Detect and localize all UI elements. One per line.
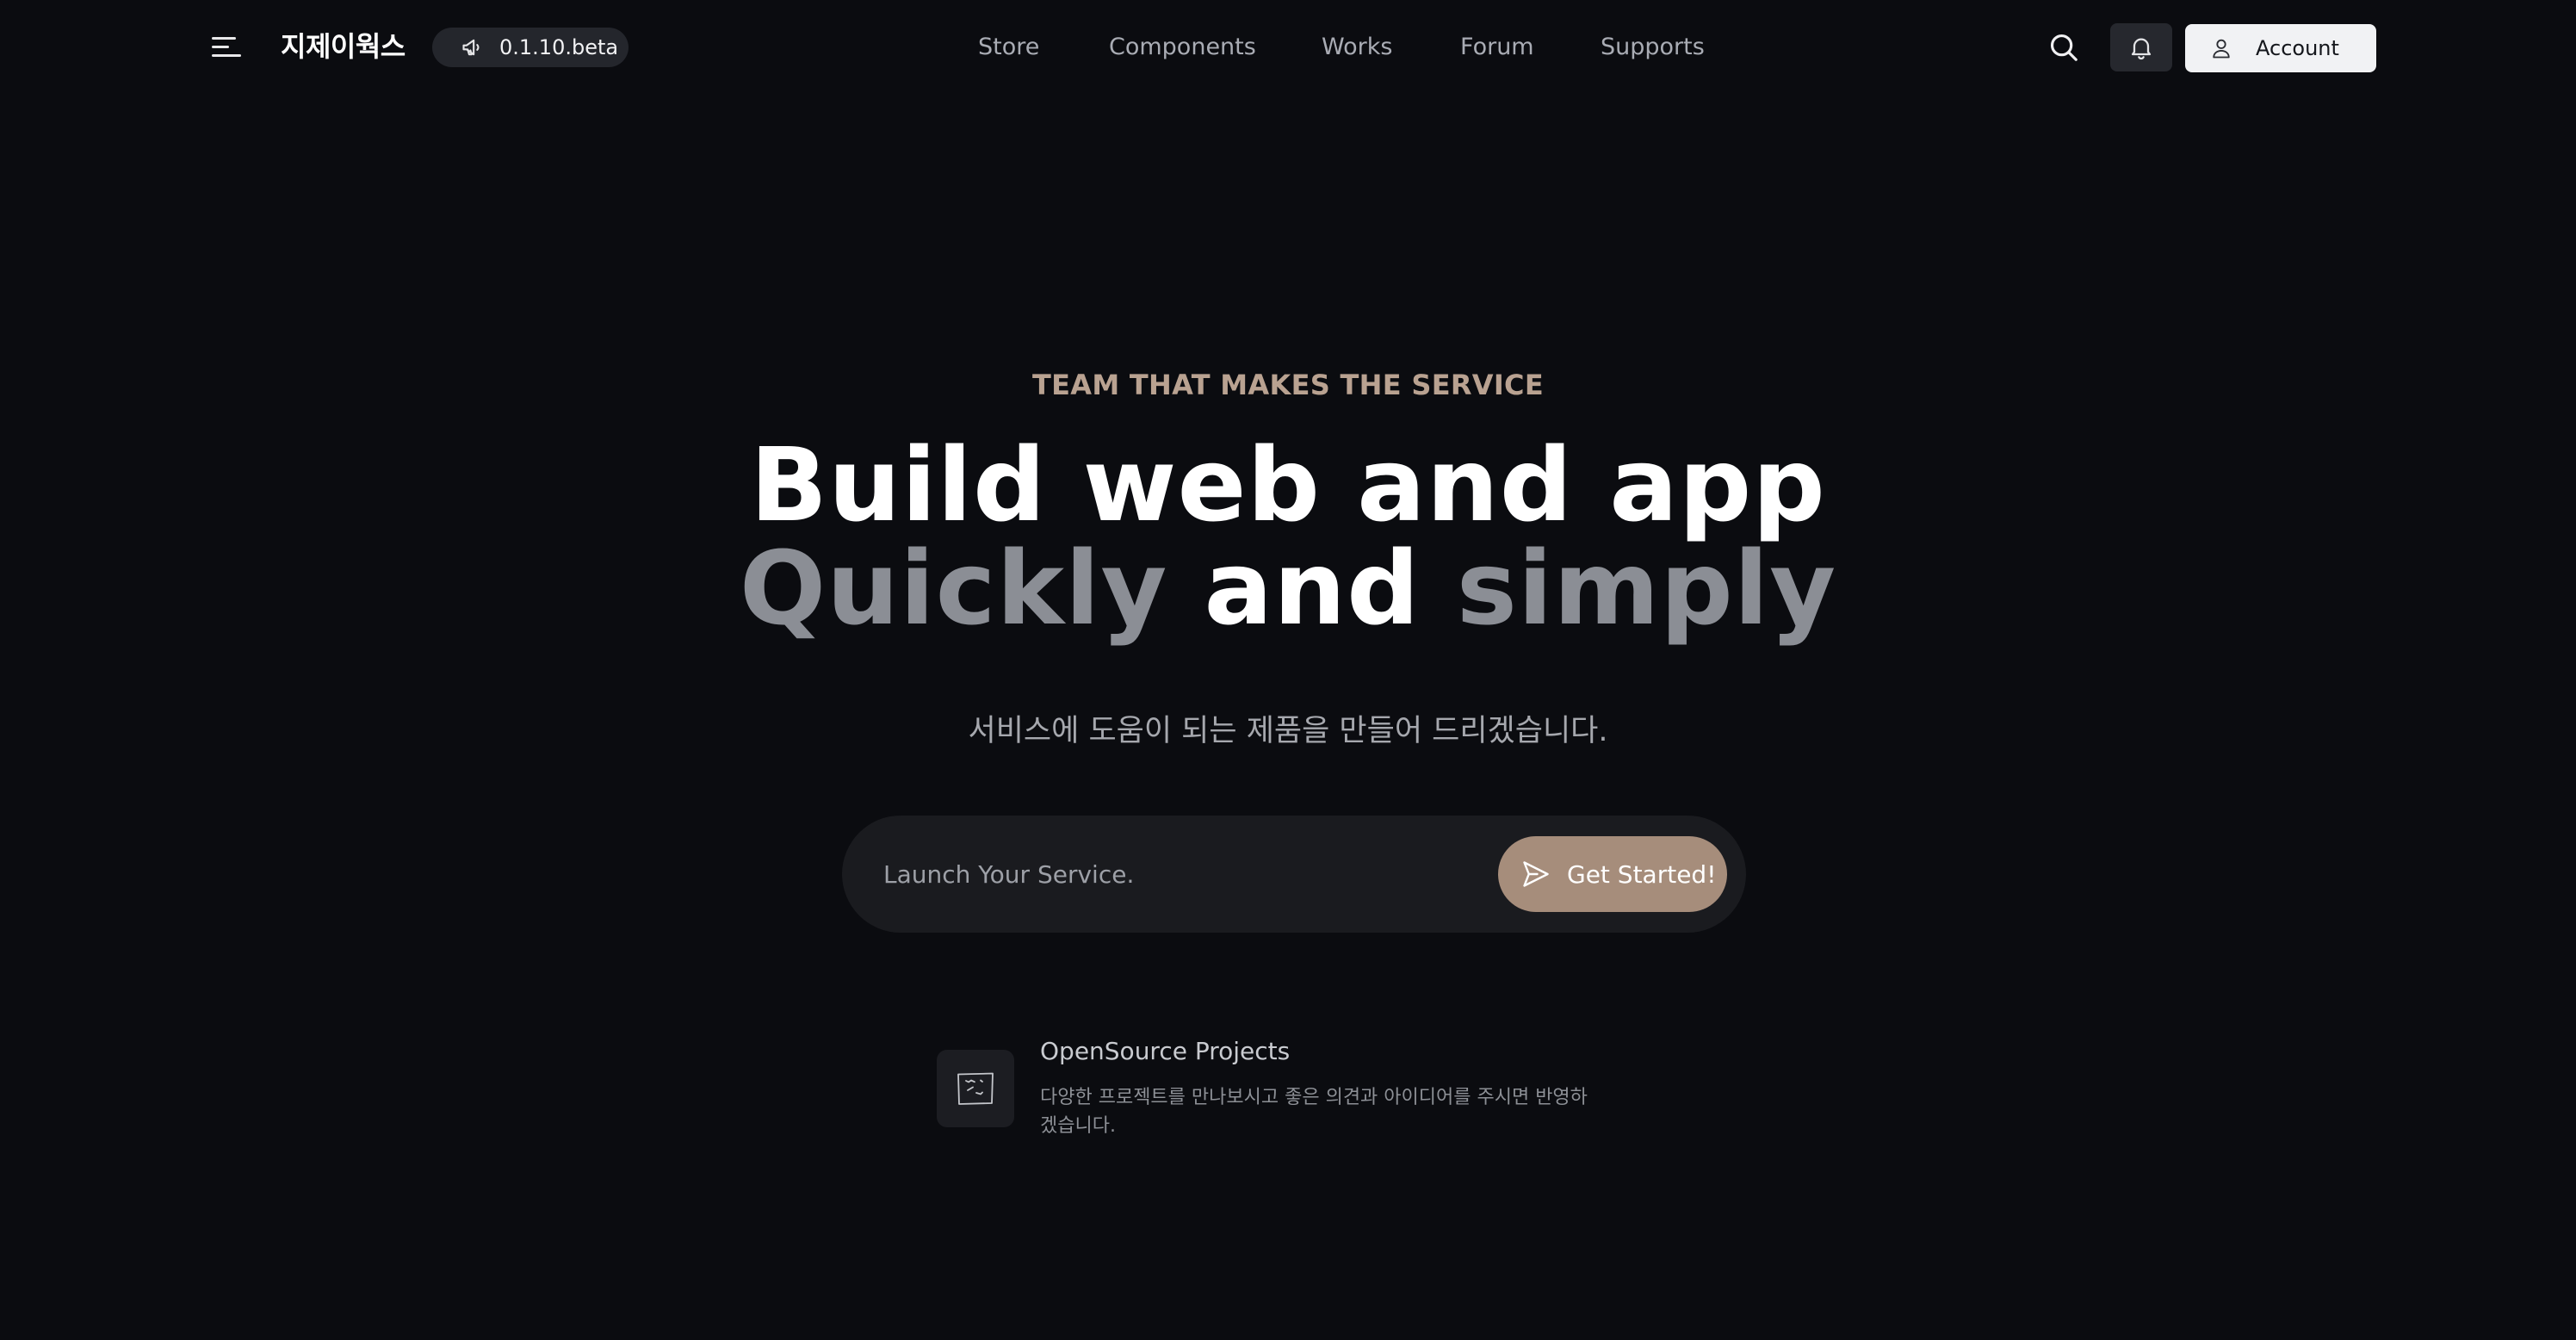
hero-headline-line2: Quickly and simply bbox=[0, 529, 2576, 648]
account-button[interactable]: Account bbox=[2185, 24, 2376, 72]
send-icon bbox=[1523, 861, 1549, 887]
headline-word-quickly: Quickly bbox=[739, 529, 1168, 648]
hero-eyebrow: TEAM THAT MAKES THE SERVICE bbox=[1031, 369, 1545, 401]
get-started-label: Get Started! bbox=[1567, 859, 1717, 889]
hero-headline-line1: Build web and app bbox=[750, 425, 1826, 544]
feature-icon-box bbox=[937, 1050, 1014, 1127]
logo[interactable]: 지제이웍스 bbox=[281, 26, 406, 67]
launch-service-input[interactable] bbox=[883, 845, 1434, 903]
nav-link-forum[interactable]: Forum bbox=[1460, 26, 1534, 69]
launch-form: Get Started! bbox=[842, 816, 1746, 933]
search-icon bbox=[2050, 34, 2078, 61]
account-label: Account bbox=[2256, 36, 2339, 60]
headline-word-and: and bbox=[1204, 529, 1421, 648]
nav-link-components[interactable]: Components bbox=[1109, 26, 1256, 69]
feature-description: 다양한 프로젝트를 만나보시고 좋은 의견과 아이디어를 주시면 반영하겠습니다… bbox=[1040, 1087, 1588, 1137]
nav-link-supports[interactable]: Supports bbox=[1601, 26, 1705, 69]
hero-subtitle: 서비스에 도움이 되는 제품을 만들어 드리겠습니다. bbox=[968, 714, 1608, 748]
notifications-button[interactable] bbox=[2110, 23, 2172, 71]
version-badge[interactable]: 0.1.10.beta bbox=[432, 28, 629, 67]
app-root: 지제이웍스 0.1.10.beta Store Components Works… bbox=[0, 0, 2576, 1340]
headline-word-simply: simply bbox=[1456, 529, 1837, 648]
megaphone-icon bbox=[462, 39, 480, 56]
version-label: 0.1.10.beta bbox=[499, 35, 619, 59]
hamburger-menu-icon[interactable] bbox=[212, 34, 241, 60]
sketch-frame-icon bbox=[957, 1072, 994, 1105]
get-started-button[interactable]: Get Started! bbox=[1498, 836, 1727, 912]
search-button[interactable] bbox=[2047, 31, 2080, 64]
user-icon bbox=[2213, 39, 2230, 59]
bell-icon bbox=[2131, 38, 2152, 60]
nav-link-works[interactable]: Works bbox=[1322, 26, 1392, 69]
feature-title: OpenSource Projects bbox=[1040, 1037, 1291, 1065]
nav-link-store[interactable]: Store bbox=[978, 26, 1039, 69]
